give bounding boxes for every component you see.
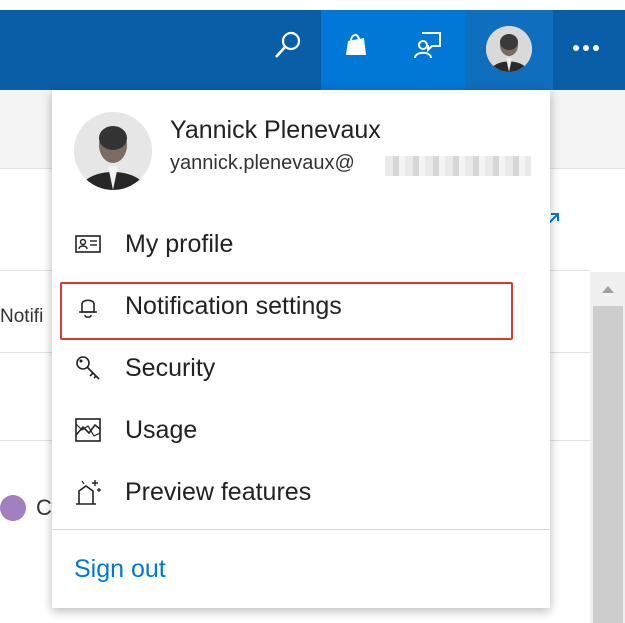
key-icon xyxy=(74,354,102,382)
background-tab-text: Notifi xyxy=(0,306,44,327)
menu-item-label: Preview features xyxy=(125,478,312,506)
top-navigation-bar xyxy=(0,0,625,90)
background-item-text: C xyxy=(36,495,52,520)
menu-divider xyxy=(52,529,550,530)
user-avatar[interactable] xyxy=(486,26,532,72)
menu-item-my-profile[interactable]: My profile xyxy=(52,214,550,274)
feedback-icon[interactable] xyxy=(408,25,448,65)
more-dots-icon[interactable] xyxy=(573,38,603,56)
menu-item-security[interactable]: Security xyxy=(52,338,550,398)
top-strip xyxy=(0,0,625,10)
scroll-up-arrow-icon[interactable] xyxy=(590,272,625,306)
shopping-bag-icon[interactable] xyxy=(336,25,376,65)
menu-item-label: Security xyxy=(125,354,216,382)
menu-item-label: My profile xyxy=(125,230,234,258)
search-icon[interactable] xyxy=(268,25,308,65)
menu-item-label: Usage xyxy=(125,416,198,444)
highlight-annotation-box xyxy=(60,282,513,340)
menu-item-usage[interactable]: Usage xyxy=(52,400,550,460)
background-avatar-icon xyxy=(0,495,26,521)
profile-avatar xyxy=(74,112,152,190)
account-menu-dropdown: Yannick Plenevaux yannick.plenevaux@ My … xyxy=(52,90,550,608)
profile-name: Yannick Plenevaux xyxy=(170,116,381,144)
usage-chart-icon xyxy=(74,416,102,444)
profile-email: yannick.plenevaux@ xyxy=(170,152,355,174)
contact-card-icon xyxy=(74,230,102,258)
menu-item-preview-features[interactable]: Preview features xyxy=(52,462,550,522)
email-redaction xyxy=(385,156,531,176)
sign-out-link[interactable]: Sign out xyxy=(74,555,166,584)
preview-sparkle-icon xyxy=(74,478,102,506)
scrollbar-thumb[interactable] xyxy=(593,306,623,623)
